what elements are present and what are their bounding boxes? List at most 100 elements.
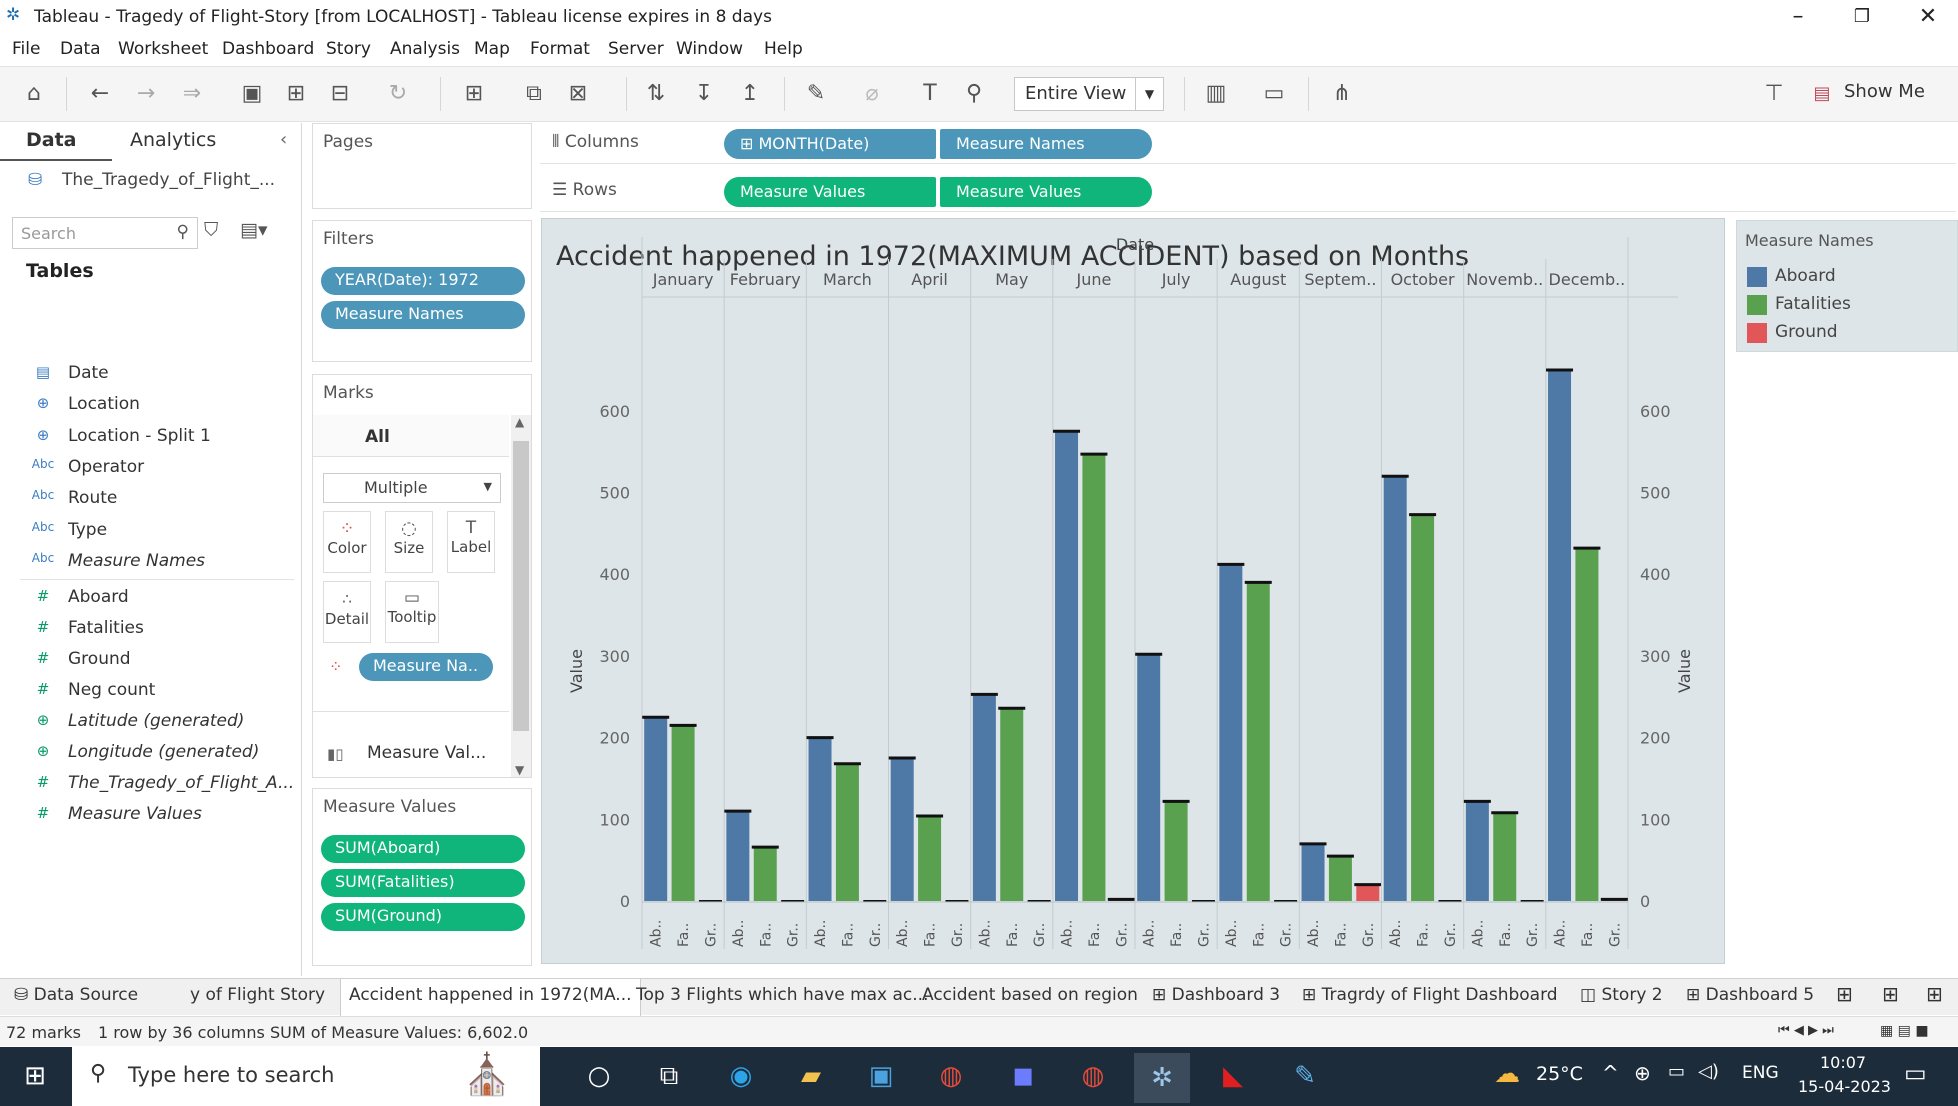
detail-button[interactable]: ∴ Detail — [323, 581, 371, 643]
mark-type-dropdown[interactable]: Multiple ▼ — [323, 473, 501, 503]
new-dashboard-tab-icon[interactable]: ⊞ — [1882, 982, 1899, 1006]
collapse-pane-icon[interactable]: ‹ — [280, 129, 287, 150]
temperature[interactable]: 25°C — [1536, 1063, 1583, 1085]
field-operator[interactable]: Abc Operator — [0, 454, 300, 482]
weather-icon[interactable]: ☁ — [1494, 1059, 1520, 1089]
field-latitude-generated[interactable]: ⊕ Latitude (generated) — [0, 708, 300, 736]
menu-map[interactable]: Map — [474, 39, 510, 59]
swap-rows-columns-icon[interactable]: ⇅ — [640, 79, 672, 109]
row-pill-measure-values-1[interactable]: Measure Values — [724, 177, 936, 207]
tab-dashboard-5[interactable]: ⊞ Dashboard 5 — [1686, 985, 1814, 1005]
filter-icon[interactable]: ⛉ — [204, 219, 218, 241]
edge-icon[interactable]: ◉ — [722, 1059, 760, 1093]
tab-top3-flights[interactable]: Top 3 Flights which have max ac... — [636, 985, 929, 1005]
notifications-icon[interactable]: ▭ — [1904, 1059, 1927, 1087]
save-icon[interactable]: ▣ — [236, 79, 268, 109]
volume-icon[interactable]: ◁) — [1698, 1061, 1719, 1082]
field-neg-count[interactable]: # Neg count — [0, 677, 300, 705]
measure-pill-ground[interactable]: SUM(Ground) — [321, 903, 525, 931]
chrome-icon[interactable]: ◍ — [932, 1059, 970, 1093]
new-story-tab-icon[interactable]: ⊞ — [1926, 982, 1943, 1006]
share-icon[interactable]: ⋔ — [1326, 79, 1358, 109]
legend-item-ground[interactable]: Ground — [1743, 319, 1953, 345]
task-view-icon[interactable]: ⧉ — [650, 1059, 688, 1093]
tooltip-button[interactable]: ▭ Tooltip — [385, 581, 439, 643]
tableau-taskbar-icon[interactable]: ✲ — [1134, 1053, 1190, 1103]
rows-shelf[interactable]: ☰ Rows Measure Values Measure Values — [540, 170, 1956, 212]
tab-accident-1972[interactable]: Accident happened in 1972(MA... — [340, 979, 641, 1016]
field-date[interactable]: ▤ Date — [0, 360, 300, 388]
acrobat-icon[interactable]: ◣ — [1214, 1059, 1252, 1093]
column-pill-measure-names[interactable]: Measure Names — [940, 129, 1152, 159]
field-measure-names[interactable]: Abc Measure Names — [0, 548, 300, 576]
columns-shelf[interactable]: ⦀ Columns ⊞ MONTH(Date) Measure Names — [540, 122, 1956, 164]
field-route[interactable]: Abc Route — [0, 485, 300, 513]
tab-accident-region[interactable]: Accident based on region — [922, 985, 1138, 1005]
color-pill-measure-names[interactable]: Measure Na.. — [359, 653, 493, 681]
close-icon[interactable]: ✕ — [1900, 2, 1956, 32]
view-options-icon[interactable]: ▤▾ — [240, 219, 268, 241]
size-button[interactable]: ◌ Size — [385, 511, 433, 573]
sort-ascending-icon[interactable]: ↧ — [688, 79, 720, 109]
legend-item-aboard[interactable]: Aboard — [1743, 263, 1953, 289]
menu-story[interactable]: Story — [326, 39, 371, 59]
sheet-view-icons[interactable]: ▦ ▤ ■ — [1880, 1023, 1929, 1039]
field-the-tragedy-of-flight-a[interactable]: # The_Tragedy_of_Flight_A... — [0, 770, 300, 798]
sheet-nav-icons[interactable]: ⏮ ◀ ▶ ⏭ — [1778, 1023, 1834, 1038]
tab-dashboard-3[interactable]: ⊞ Dashboard 3 — [1152, 985, 1280, 1005]
tab-tragrdy-dashboard[interactable]: ⊞ Tragrdy of Flight Dashboard — [1302, 985, 1558, 1005]
tab-analytics[interactable]: Analytics — [130, 129, 216, 151]
marks-scrollbar[interactable]: ▲ ▼ — [511, 415, 531, 777]
sort-descending-icon[interactable]: ↥ — [734, 79, 766, 109]
chrome-profile-icon[interactable]: ◍ — [1074, 1059, 1112, 1093]
show-me-button[interactable]: Show Me — [1844, 81, 1925, 102]
duplicate-sheet-icon[interactable]: ⧉ — [518, 79, 550, 109]
store-icon[interactable]: ▣ — [862, 1059, 900, 1093]
file-explorer-icon[interactable]: ▰ — [792, 1059, 830, 1093]
row-pill-measure-values-2[interactable]: Measure Values — [940, 177, 1152, 207]
clear-sheet-icon[interactable]: ⊠ — [562, 79, 594, 109]
new-worksheet-icon[interactable]: ⊞ — [458, 79, 490, 109]
fit-dropdown[interactable]: Entire View ▼ — [1014, 77, 1164, 111]
network-icon[interactable]: ⊕ — [1634, 1061, 1651, 1085]
tray-expand-icon[interactable]: ^ — [1602, 1061, 1619, 1085]
menu-file[interactable]: File — [12, 39, 40, 59]
pages-card[interactable]: Pages — [312, 123, 532, 209]
new-datasource-icon[interactable]: ⊞ — [280, 79, 312, 109]
tab-flight-story[interactable]: y of Flight Story — [190, 985, 325, 1005]
legend-item-fatalities[interactable]: Fatalities — [1743, 291, 1953, 317]
filter-pill-measure-names[interactable]: Measure Names — [321, 301, 525, 329]
menu-format[interactable]: Format — [530, 39, 590, 59]
menu-window[interactable]: Window — [676, 39, 743, 59]
show-mark-labels-icon[interactable]: T — [914, 79, 946, 109]
video-app-icon[interactable]: ◼ — [1004, 1059, 1042, 1093]
measure-pill-aboard[interactable]: SUM(Aboard) — [321, 835, 525, 863]
fix-axes-icon[interactable]: ⚲ — [958, 79, 990, 109]
menu-data[interactable]: Data — [60, 39, 101, 59]
datasource-name[interactable]: The_Tragedy_of_Flight_... — [62, 170, 275, 190]
field-location-split-1[interactable]: ⊕ Location - Split 1 — [0, 423, 300, 451]
worksheet-view[interactable]: Accident happened in 1972(MAXIMUM ACCIDE… — [541, 218, 1725, 964]
clock-date[interactable]: 15-04-2023 — [1798, 1077, 1891, 1096]
measure-pill-fatalities[interactable]: SUM(Fatalities) — [321, 869, 525, 897]
field-measure-values[interactable]: # Measure Values — [0, 801, 300, 829]
field-aboard[interactable]: # Aboard — [0, 584, 300, 612]
measure-values-mark-row[interactable]: Measure Val... — [367, 743, 486, 763]
highlight-icon[interactable]: ✎ — [800, 79, 832, 109]
show-me-icon[interactable]: ▤ — [1806, 79, 1838, 109]
group-members-icon[interactable]: ⌀ — [856, 79, 888, 109]
column-pill-month[interactable]: ⊞ MONTH(Date) — [724, 129, 936, 159]
new-worksheet-tab-icon[interactable]: ⊞ — [1836, 982, 1853, 1006]
field-longitude-generated[interactable]: ⊕ Longitude (generated) — [0, 739, 300, 767]
field-fatalities[interactable]: # Fatalities — [0, 615, 300, 643]
presentation-mode-icon[interactable]: ▭ — [1258, 79, 1290, 109]
field-ground[interactable]: # Ground — [0, 646, 300, 674]
color-button[interactable]: ⁘ Color — [323, 511, 371, 573]
menu-help[interactable]: Help — [764, 39, 803, 59]
minimize-icon[interactable]: – — [1770, 2, 1826, 32]
tab-story-2[interactable]: ◫ Story 2 — [1580, 985, 1663, 1005]
home-icon[interactable]: ⌂ — [18, 79, 50, 109]
refresh-icon[interactable]: ↻ — [382, 79, 414, 109]
bar-chart[interactable]: Date Value Value 0 0 100 100 200 200 300 300 400 400… — [542, 219, 1726, 965]
menu-analysis[interactable]: Analysis — [390, 39, 460, 59]
